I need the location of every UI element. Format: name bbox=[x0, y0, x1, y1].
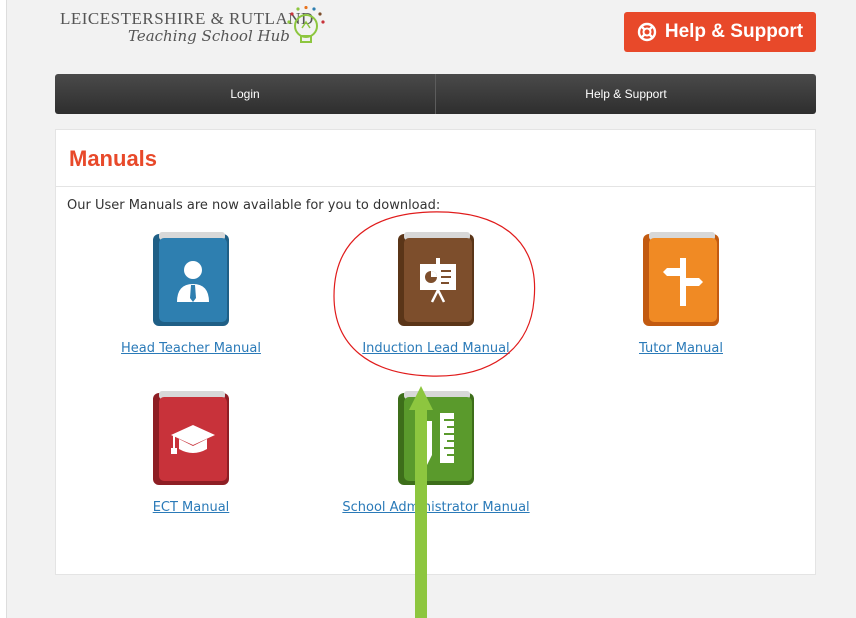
lifebuoy-icon bbox=[637, 22, 657, 42]
manual-tutor[interactable]: Tutor Manual bbox=[566, 232, 796, 356]
manual-school-administrator[interactable]: School Administrator Manual bbox=[321, 391, 551, 515]
site-header: LEICESTERSHIRE & RUTLAND Teaching School… bbox=[0, 0, 856, 70]
nav-item-login[interactable]: Login bbox=[55, 74, 435, 114]
help-support-button[interactable]: Help & Support bbox=[624, 12, 816, 52]
book-ruler-pencil-icon[interactable] bbox=[396, 391, 476, 487]
manual-link-tutor[interactable]: Tutor Manual bbox=[566, 341, 796, 356]
site-logo[interactable]: LEICESTERSHIRE & RUTLAND Teaching School… bbox=[60, 6, 340, 50]
logo-text-line2: Teaching School Hub bbox=[128, 27, 290, 45]
main-nav: Login Help & Support bbox=[55, 74, 816, 114]
book-signpost-icon[interactable] bbox=[641, 232, 721, 328]
manual-link-head-teacher[interactable]: Head Teacher Manual bbox=[76, 341, 306, 356]
logo-text-line1: LEICESTERSHIRE & RUTLAND bbox=[60, 9, 314, 28]
book-graduation-cap-icon[interactable] bbox=[151, 391, 231, 487]
help-support-button-label: Help & Support bbox=[664, 21, 804, 42]
nav-item-help-support[interactable]: Help & Support bbox=[435, 74, 816, 114]
divider bbox=[56, 186, 815, 187]
page-left-border bbox=[0, 0, 7, 618]
manual-ect[interactable]: ECT Manual bbox=[76, 391, 306, 515]
manual-link-school-administrator[interactable]: School Administrator Manual bbox=[321, 500, 551, 515]
manuals-panel: Manuals Our User Manuals are now availab… bbox=[55, 129, 816, 575]
page-title: Manuals bbox=[69, 146, 158, 171]
intro-text: Our User Manuals are now available for y… bbox=[67, 198, 441, 213]
book-presentation-board-icon[interactable] bbox=[396, 232, 476, 328]
manual-induction-lead[interactable]: Induction Lead Manual bbox=[321, 232, 551, 356]
manual-head-teacher[interactable]: Head Teacher Manual bbox=[76, 232, 306, 356]
manual-link-ect[interactable]: ECT Manual bbox=[76, 500, 306, 515]
book-person-icon[interactable] bbox=[151, 232, 231, 328]
lightbulb-icon bbox=[287, 6, 325, 43]
manual-link-induction-lead[interactable]: Induction Lead Manual bbox=[321, 341, 551, 356]
